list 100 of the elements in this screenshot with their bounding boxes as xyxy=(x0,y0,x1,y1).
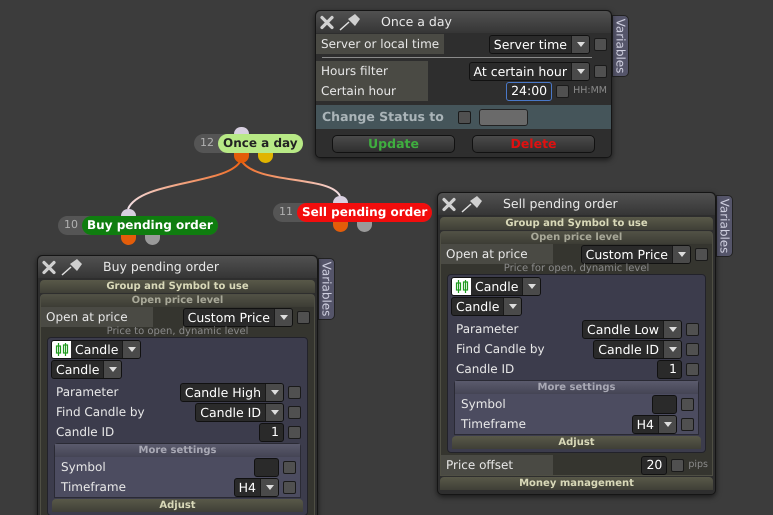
output-port[interactable] xyxy=(357,222,372,232)
node-number: 11 xyxy=(278,204,294,220)
field-label: Change Status to xyxy=(322,108,444,126)
section-header[interactable]: Group and Symbol to use xyxy=(440,217,713,230)
pin-icon[interactable] xyxy=(61,258,83,276)
caret-icon xyxy=(122,341,140,358)
window-title: Once a day xyxy=(381,12,452,31)
dropdown[interactable]: Custom Price xyxy=(182,308,293,326)
checkbox[interactable] xyxy=(681,398,694,410)
caret-icon xyxy=(260,478,278,496)
field-label: Parameter xyxy=(455,321,520,338)
field-label: Timeframe xyxy=(460,416,527,433)
input-field[interactable]: 1 xyxy=(259,422,284,442)
dropdown[interactable]: H4 xyxy=(632,414,677,434)
checkbox[interactable] xyxy=(458,110,471,124)
dropdown[interactable]: Server time xyxy=(488,34,590,54)
input-field[interactable]: 20 xyxy=(641,456,668,474)
section-header[interactable]: Money management xyxy=(440,477,713,490)
checkbox[interactable] xyxy=(297,310,310,324)
dropdown[interactable]: Custom Price xyxy=(580,244,691,264)
checkbox[interactable] xyxy=(594,38,607,50)
hint-text: Price for open, dynamic level xyxy=(502,264,650,274)
caret-icon xyxy=(265,384,283,400)
close-icon[interactable] xyxy=(41,260,57,274)
input-field[interactable] xyxy=(254,458,279,476)
field-label: Find Candle by xyxy=(455,341,546,358)
section-header[interactable]: Open price level xyxy=(41,295,314,307)
field-label: Candle ID xyxy=(55,424,116,441)
caret-icon xyxy=(103,361,122,378)
action-button[interactable]: Update xyxy=(332,135,455,153)
checkbox[interactable] xyxy=(686,322,699,336)
input-port[interactable] xyxy=(234,127,249,134)
checkbox[interactable] xyxy=(288,426,301,438)
caret-icon xyxy=(274,308,292,326)
checkbox[interactable] xyxy=(686,362,699,376)
candlestick-icon xyxy=(452,278,471,295)
side-tab[interactable]: Variables xyxy=(318,258,335,320)
input-field[interactable]: 24:00 xyxy=(506,82,552,100)
flow-node[interactable]: Sell pending order xyxy=(297,203,432,222)
window-title: Sell pending order xyxy=(503,194,618,213)
node-number: 12 xyxy=(199,135,215,152)
output-port[interactable] xyxy=(121,235,136,245)
input-port[interactable] xyxy=(121,209,136,216)
dropdown[interactable]: Candle xyxy=(451,297,522,316)
caret-icon xyxy=(571,62,589,80)
flow-node[interactable]: Once a day xyxy=(218,134,303,153)
field-label: Open at price xyxy=(41,307,153,327)
caret-icon xyxy=(503,298,522,315)
dropdown[interactable]: Candle High xyxy=(180,382,284,402)
output-port[interactable] xyxy=(333,222,348,232)
caret-icon xyxy=(672,246,690,262)
dropdown[interactable]: Candle xyxy=(51,340,142,359)
output-port[interactable] xyxy=(145,235,160,245)
close-icon[interactable] xyxy=(319,14,335,30)
checkbox[interactable] xyxy=(283,480,296,494)
close-icon[interactable] xyxy=(441,196,457,212)
pin-icon[interactable] xyxy=(461,195,483,213)
checkbox[interactable] xyxy=(594,64,607,78)
checkbox[interactable] xyxy=(288,386,301,398)
output-port[interactable] xyxy=(258,153,273,163)
caret-icon xyxy=(522,278,540,295)
field-label: Symbol xyxy=(60,459,107,476)
side-tab[interactable]: Variables xyxy=(612,15,629,77)
output-port[interactable] xyxy=(234,153,249,163)
input-field[interactable] xyxy=(652,394,677,414)
checkbox[interactable] xyxy=(288,406,301,418)
field-label: Timeframe xyxy=(60,479,127,496)
checkbox[interactable] xyxy=(695,248,708,260)
dropdown[interactable]: Candle ID xyxy=(195,402,284,422)
field-label: Server or local time xyxy=(316,34,444,54)
dropdown[interactable]: Candle Low xyxy=(582,320,682,338)
flow-node[interactable]: Buy pending order xyxy=(82,216,218,235)
caret-icon xyxy=(663,340,681,358)
field-label: Parameter xyxy=(55,384,120,401)
field-label: Hours filter xyxy=(316,61,428,81)
section-header[interactable]: Adjust xyxy=(52,499,303,512)
dropdown[interactable]: Candle xyxy=(451,277,542,296)
dropdown[interactable]: At certain hour xyxy=(468,62,590,80)
color-field[interactable] xyxy=(478,108,528,126)
checkbox[interactable] xyxy=(671,458,684,472)
section-header[interactable]: Adjust xyxy=(452,436,701,449)
input-field[interactable]: 1 xyxy=(657,360,682,378)
window-title: Buy pending order xyxy=(103,258,219,276)
dropdown[interactable]: H4 xyxy=(234,478,279,496)
field-label: Price offset xyxy=(441,455,553,475)
hint-text: Price to open, dynamic level xyxy=(106,327,250,337)
dropdown[interactable]: Candle xyxy=(51,360,122,379)
checkbox[interactable] xyxy=(283,460,296,474)
input-port[interactable] xyxy=(333,196,348,203)
section-header[interactable]: Open price level xyxy=(441,232,712,244)
checkbox[interactable] xyxy=(681,418,694,430)
unit-label: pips xyxy=(688,458,708,472)
pin-icon[interactable] xyxy=(339,13,361,31)
checkbox[interactable] xyxy=(686,342,699,356)
field-label: Candle ID xyxy=(455,361,516,378)
section-header[interactable]: Group and Symbol to use xyxy=(40,280,315,293)
dropdown[interactable]: Candle ID xyxy=(593,340,682,358)
side-tab[interactable]: Variables xyxy=(716,195,733,257)
unit-label: HH:MM xyxy=(573,84,607,98)
checkbox[interactable] xyxy=(556,84,570,98)
